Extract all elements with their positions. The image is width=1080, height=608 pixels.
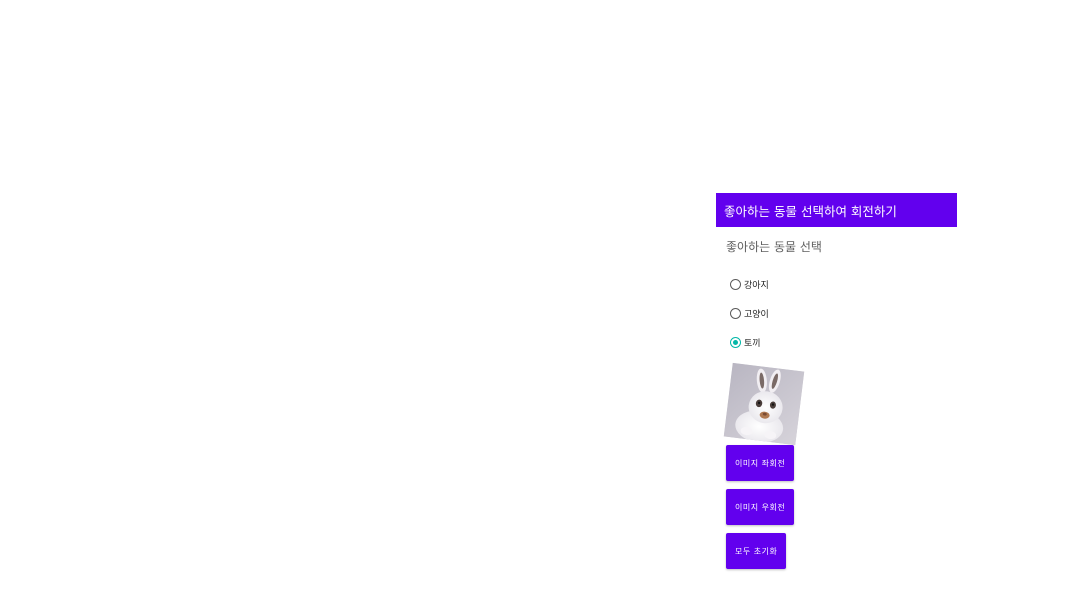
- rotate-left-wrap: 이미지 좌회전: [726, 445, 957, 481]
- radio-cat-label: 고양이: [744, 310, 769, 320]
- app-bar: 좋아하는 동물 선택하여 회전하기: [716, 193, 957, 227]
- radio-cat-circle[interactable]: [730, 308, 741, 319]
- reset-wrap: 모두 초기화: [726, 533, 957, 569]
- rabbit-photo: [723, 362, 805, 446]
- app-window: 좋아하는 동물 선택하여 회전하기 좋아하는 동물 선택 강아지 고양이 토끼: [716, 193, 957, 583]
- section-label: 좋아하는 동물 선택: [726, 240, 822, 254]
- radio-rabbit-label: 토끼: [744, 339, 761, 349]
- radio-rabbit-circle[interactable]: [730, 337, 741, 348]
- app-title: 좋아하는 동물 선택하여 회전하기: [724, 203, 897, 219]
- animal-radio-group: 강아지 고양이 토끼: [726, 270, 957, 357]
- rabbit-illustration: [723, 362, 805, 446]
- rotate-left-button[interactable]: 이미지 좌회전: [726, 445, 795, 481]
- reset-button[interactable]: 모두 초기화: [726, 533, 787, 569]
- rotate-right-wrap: 이미지 우회전: [726, 489, 957, 525]
- radio-dog-label: 강아지: [744, 281, 769, 291]
- main-content: 좋아하는 동물 선택 강아지 고양이 토끼 이미지 좌회전 이미지 우회전 모두…: [716, 239, 957, 569]
- radio-dog-circle[interactable]: [730, 279, 741, 290]
- radio-cat[interactable]: 고양이: [726, 299, 957, 328]
- radio-dog[interactable]: 강아지: [726, 270, 957, 299]
- image-area: [723, 362, 805, 446]
- rotate-right-button[interactable]: 이미지 우회전: [726, 489, 795, 525]
- radio-rabbit[interactable]: 토끼: [726, 328, 957, 357]
